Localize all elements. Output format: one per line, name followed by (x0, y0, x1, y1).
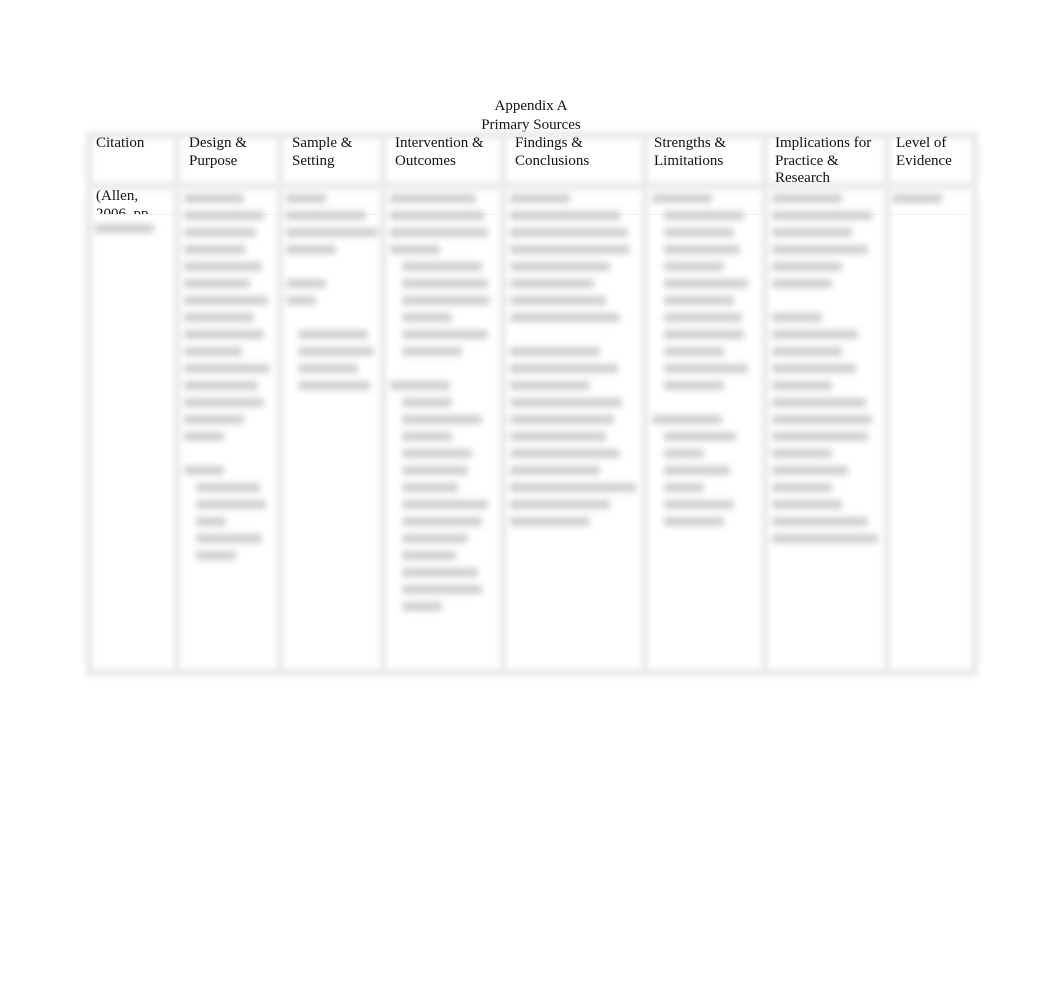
header-text: Conclusions (515, 152, 590, 169)
header-findings-conclusions: Findings & Conclusions (515, 135, 589, 170)
citation-line: (Allen, (96, 188, 139, 204)
header-implications: Implications for Practice & Research (775, 135, 871, 188)
header-text: Limitations (654, 152, 724, 169)
appendix-title: Appendix A (494, 98, 568, 114)
header-text: Research (775, 170, 830, 186)
header-text: Level of (896, 135, 947, 151)
primary-sources-table: Citation Design & Purpose Sample & Setti… (86, 132, 978, 676)
header-text: Design & (189, 135, 247, 151)
header-intervention-outcomes: Intervention & Outcomes (395, 135, 484, 170)
header-strengths-limitations: Strengths & Limitations (654, 135, 726, 170)
level-of-evidence-cell-obscured (892, 194, 972, 211)
table-header-row: Citation Design & Purpose Sample & Setti… (86, 132, 978, 192)
header-text: Implications for (775, 135, 872, 151)
sample-setting-cell-obscured (286, 194, 378, 398)
header-text: Practice & (775, 152, 839, 169)
citation-line: 2006, pp. (96, 205, 153, 215)
header-text: Intervention & (395, 135, 484, 151)
header-text: Evidence (896, 152, 952, 169)
header-citation: Citation (96, 135, 144, 153)
header-text: Purpose (189, 152, 238, 169)
citation-cell-obscured (94, 224, 156, 241)
header-text: Setting (292, 152, 335, 169)
header-design-purpose: Design & Purpose (189, 135, 247, 170)
header-text: Citation (96, 135, 145, 151)
strengths-limitations-cell-obscured (652, 194, 760, 534)
header-level-of-evidence: Level of Evidence (896, 135, 952, 170)
header-text: Outcomes (395, 152, 456, 169)
citation-cell: (Allen, 2006, pp. (96, 188, 152, 214)
design-purpose-cell-obscured (184, 194, 272, 568)
intervention-outcomes-cell-obscured (390, 194, 496, 619)
implications-cell-obscured (772, 194, 880, 551)
header-text: Sample & (292, 135, 353, 151)
findings-conclusions-cell-obscured (510, 194, 640, 534)
header-sample-setting: Sample & Setting (292, 135, 352, 170)
header-text: Findings & (515, 135, 583, 151)
header-text: Strengths & (654, 135, 727, 151)
